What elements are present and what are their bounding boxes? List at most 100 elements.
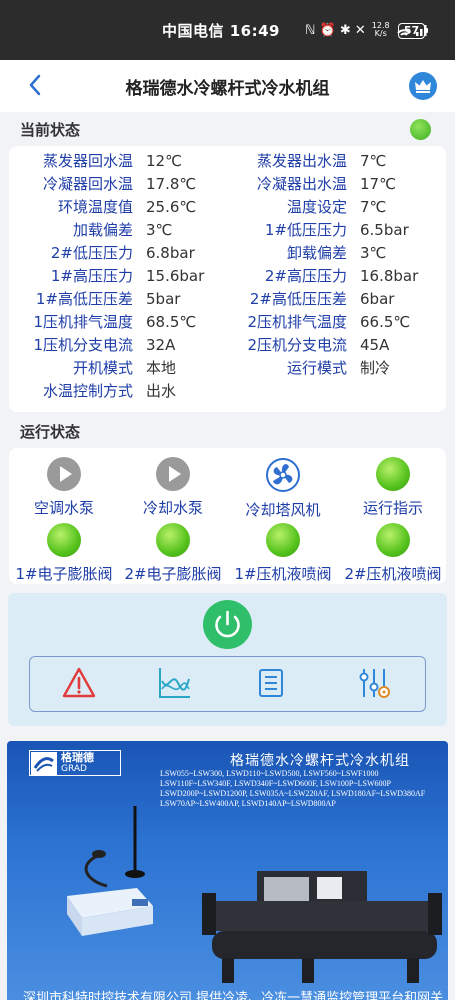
status-label: 1#高低压压差 [35,290,133,308]
run-indicator-label: 冷却塔风机 [245,501,321,519]
product-banner[interactable]: 格瑞德 GRAD 格瑞德水冷螺杆式冷水机组 LSW055~LSW300, LSW… [7,741,448,1000]
status-label: 加载偏差 [72,221,133,239]
chiller-unit-image [202,871,442,983]
status-row: 1#高压压力 15.6bar 2#高压压力 16.8bar [0,265,455,288]
carrier-and-time: 中国电信 16:49 [162,22,280,40]
status-label: 水温控制方式 [42,382,133,400]
gateway-device-image [67,806,153,936]
play-icon [156,457,190,491]
status-row: 加载偏差 3℃ 1#低压压力 6.5bar [0,219,455,242]
run-indicator: 运行指示 [339,457,447,518]
status-value: 32A [146,336,176,354]
run-indicator: 冷却塔风机 [229,457,337,520]
status-row: 环境温度值 25.6℃ 温度设定 7℃ [0,196,455,219]
status-value: 12℃ [146,152,182,170]
run-indicator: 空调水泵 [10,457,118,518]
green-light-icon [376,523,410,557]
green-light-icon [266,523,300,557]
status-label: 蒸发器出水温 [256,152,347,170]
settings-sliders-icon[interactable] [356,665,392,701]
run-indicator-label: 运行指示 [362,499,423,517]
status-row: 1#高低压压差 5bar 2#高低压压差 6bar [0,288,455,311]
power-button[interactable] [203,600,252,649]
document-list-icon[interactable] [253,665,289,701]
battery-indicator: 57 [398,23,428,39]
model-line: LSWD200P~LSWD1200P, LSW035A~LSW220AF, LS… [160,789,426,798]
status-row: 2#低压压力 6.8bar 卸载偏差 3℃ [0,242,455,265]
status-label: 1压机排气温度 [33,313,133,331]
status-value: 17℃ [360,175,396,193]
system-status-bar: 中国电信 16:49 ℕ ⏰ ✱ ✕ 12.8 K/s 57 [0,0,455,60]
status-label: 2压机分支电流 [247,336,347,354]
power-icon [215,610,240,638]
run-status-title: 运行状态 [20,423,81,441]
status-label: 1#高压压力 [50,267,133,285]
run-indicator: 1#电子膨胀阀 [10,523,118,584]
status-label: 蒸发器回水温 [42,152,133,170]
logo-mark-icon [31,751,57,775]
status-value: 3℃ [360,244,387,262]
status-value: 6.5bar [360,221,409,239]
logo-name-en: GRAD [61,764,87,774]
status-row: 蒸发器回水温 12℃ 蒸发器出水温 7℃ [0,150,455,173]
network-speed-unit: K/s [374,29,387,38]
status-value: 5bar [146,290,181,308]
status-row: 1压机分支电流 32A 2压机分支电流 45A [0,334,455,357]
status-value: 7℃ [360,152,387,170]
banner-footer-text: 深圳市科特时控技术有限公司 提供冷凌、冷冻一慧通监控管理平台和网关 [23,991,444,1000]
status-label: 卸载偏差 [286,244,347,262]
model-line: LSW70AP~LSW400AP, LSWD140AP~LSWD800AP [160,799,336,808]
status-value: 15.6bar [146,267,205,285]
banner-title: 格瑞德水冷螺杆式冷水机组 [230,753,410,769]
status-value: 制冷 [360,359,391,377]
banner-model-list: LSW055~LSW300, LSWD110~LSWD500, LSWF560~… [160,769,425,809]
green-light-icon [376,457,410,491]
status-label: 2#高压压力 [264,267,347,285]
run-indicator-label: 空调水泵 [33,499,94,517]
run-indicator: 2#电子膨胀阀 [119,523,227,584]
run-indicator-label: 2#电子膨胀阀 [124,565,222,583]
status-row: 开机模式 本地 运行模式 制冷 [0,357,455,380]
status-value: 68.5℃ [146,313,197,331]
run-indicator-label: 冷却水泵 [142,499,203,517]
status-label: 开机模式 [72,359,133,377]
run-indicator: 冷却水泵 [119,457,227,518]
status-value: 本地 [146,359,177,377]
status-label: 2#高低压压差 [249,290,347,308]
run-indicator: 1#压机液喷阀 [229,523,337,584]
status-glyphs: ℕ ⏰ ✱ ✕ [305,22,366,38]
status-label: 1压机分支电流 [33,336,133,354]
fan-icon [266,458,300,492]
trend-chart-icon[interactable] [156,665,192,701]
alarm-warning-icon[interactable] [61,665,97,701]
status-label: 1#低压压力 [264,221,347,239]
green-light-icon [47,523,81,557]
status-row: 1压机排气温度 68.5℃ 2压机排气温度 66.5℃ [0,311,455,334]
model-line: LSW110F~LSW340F, LSWD340F~LSWD600F, LSW1… [160,779,391,788]
model-line: LSW055~LSW300, LSWD110~LSWD500, LSWF560~… [160,769,379,778]
green-light-icon [156,523,190,557]
brand-logo: 格瑞德 GRAD [29,750,121,776]
status-value: 16.8bar [360,267,419,285]
status-label: 冷凝器回水温 [42,175,133,193]
status-label: 2压机排气温度 [247,313,347,331]
online-status-dot [410,119,431,140]
app-header: 格瑞德水冷螺杆式冷水机组 [0,60,455,112]
network-speed: 12.8 K/s [372,22,390,38]
status-value: 25.6℃ [146,198,197,216]
status-label: 环境温度值 [57,198,133,216]
crown-icon[interactable] [409,72,437,100]
status-label: 冷凝器出水温 [256,175,347,193]
run-indicator-label: 2#压机液喷阀 [344,565,442,583]
status-row: 冷凝器回水温 17.8℃ 冷凝器出水温 17℃ [0,173,455,196]
current-status-title: 当前状态 [20,121,81,139]
status-value: 66.5℃ [360,313,411,331]
status-label: 运行模式 [286,359,347,377]
status-label: 2#低压压力 [50,244,133,262]
run-indicator-label: 1#电子膨胀阀 [15,565,113,583]
run-indicator-label: 1#压机液喷阀 [234,565,332,583]
status-value: 3℃ [146,221,173,239]
status-value: 45A [360,336,390,354]
logo-name-cn: 格瑞德 [61,751,94,764]
status-row: 水温控制方式 出水 [0,380,455,403]
